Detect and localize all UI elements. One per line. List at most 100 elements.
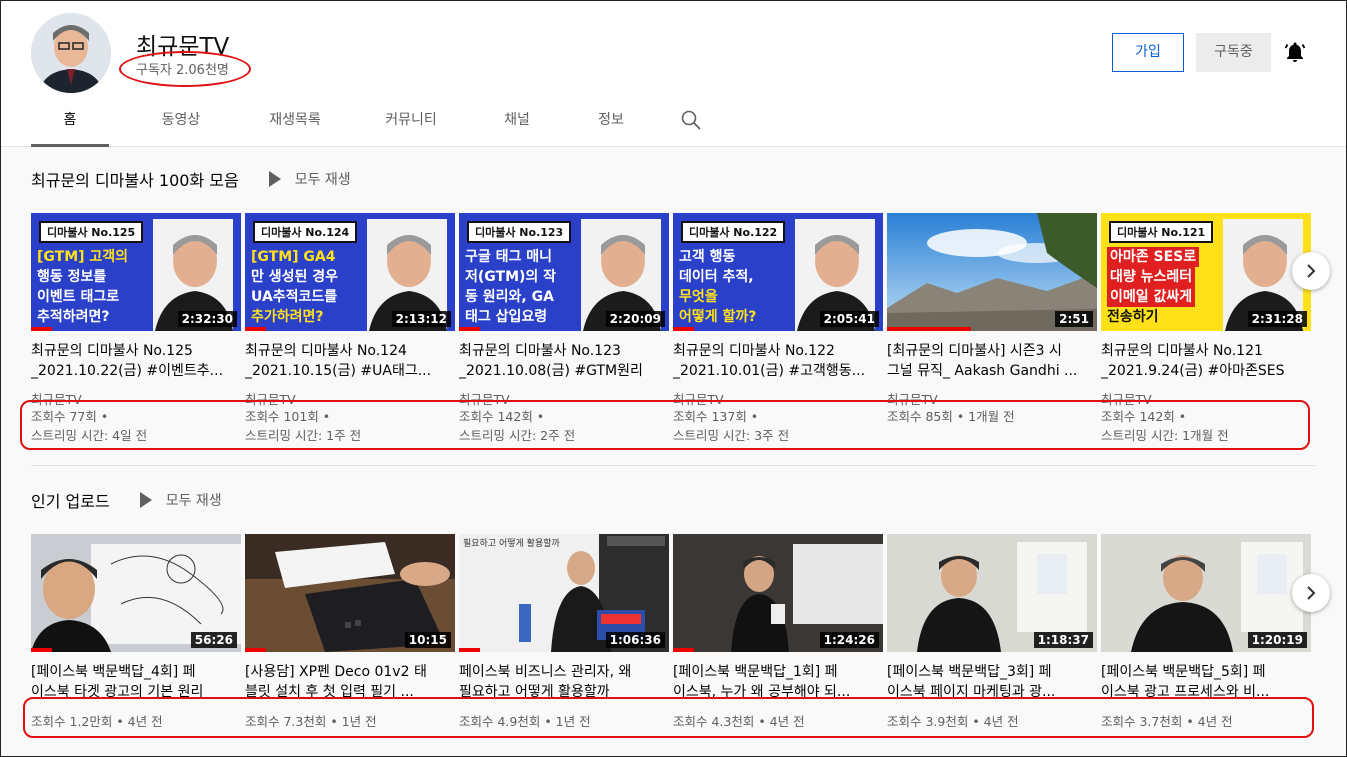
- video-views: 조회수 142회 •: [459, 409, 545, 424]
- thumb-caption: 구글 태그 매니 저(GTM)의 작 동 원리와, GA 태그 삽입요령: [465, 249, 557, 325]
- join-button[interactable]: 가입: [1112, 33, 1184, 72]
- video-duration: 2:31:28: [1247, 311, 1307, 327]
- video-title[interactable]: [사용담] XP펜 Deco 01v2 태 블릿 설치 후 첫 입력 필기 ...: [245, 662, 455, 702]
- video-views: 조회수 1.2만회 • 4년 전: [31, 714, 163, 729]
- video-title[interactable]: 페이스북 비즈니스 관리자, 왜 필요하고 어떻게 활용할까: [459, 662, 669, 702]
- video-views: 조회수 85회 • 1개월 전: [887, 409, 1015, 424]
- channel-tabs: 홈 동영상 재생목록 커뮤니티 채널 정보: [31, 101, 643, 147]
- video-views: 조회수 7.3천회 • 1년 전: [245, 714, 377, 729]
- watch-progress-bar: [459, 648, 480, 652]
- video-thumbnail[interactable]: 필요하고 어떻게 활용할까 1:06:36: [459, 534, 669, 652]
- watch-progress-bar: [245, 327, 266, 331]
- watch-progress-bar: [887, 327, 971, 331]
- tab-home[interactable]: 홈: [31, 101, 109, 147]
- video-time: 스트리밍 시간: 2주 전: [459, 428, 576, 443]
- video-channel[interactable]: 최규문TV: [673, 389, 883, 407]
- video-duration: 2:51: [1055, 311, 1093, 327]
- video-title[interactable]: [페이스북 백문백답_5회] 페 이스북 광고 프로세스와 비...: [1101, 662, 1311, 702]
- video-duration: 2:05:41: [819, 311, 879, 327]
- thumb-caption: 아마존 SES로 대량 뉴스레터 이메일 값싸게 전송하기: [1107, 247, 1227, 327]
- video-channel[interactable]: 최규문TV: [31, 389, 241, 407]
- tab-about[interactable]: 정보: [579, 101, 643, 147]
- video-thumbnail[interactable]: 디마불사 No.125 [GTM] 고객의 행동 정보를 이벤트 태그로 추적하…: [31, 213, 241, 331]
- video-thumbnail[interactable]: 2:51: [887, 213, 1097, 331]
- tab-videos[interactable]: 동영상: [127, 101, 235, 147]
- video-duration: 1:06:36: [605, 632, 665, 648]
- tab-community[interactable]: 커뮤니티: [361, 101, 461, 147]
- thumb-caption: [GTM] 고객의 행동 정보를 이벤트 태그로 추적하려면?: [37, 249, 129, 325]
- video-card[interactable]: 디마불사 No.124 [GTM] GA4 만 생성된 경우 UA추적코드를 추…: [245, 213, 455, 445]
- video-card[interactable]: 1:20:19 [페이스북 백문백답_5회] 페 이스북 광고 프로세스와 비..…: [1101, 534, 1311, 731]
- channel-avatar[interactable]: [31, 13, 111, 93]
- bell-icon[interactable]: [1283, 40, 1307, 64]
- video-thumbnail[interactable]: 디마불사 No.121 아마존 SES로 대량 뉴스레터 이메일 값싸게 전송하…: [1101, 213, 1311, 331]
- video-channel[interactable]: 최규문TV: [245, 389, 455, 407]
- play-all-button[interactable]: 모두 재생: [268, 169, 351, 189]
- video-title[interactable]: 최규문의 디마불사 No.125 _2021.10.22(금) #이벤트추...: [31, 341, 241, 381]
- watch-progress-bar: [673, 327, 694, 331]
- video-thumbnail[interactable]: 1:20:19: [1101, 534, 1311, 652]
- thumb-badge: 디마불사 No.125: [39, 221, 144, 243]
- video-card[interactable]: 디마불사 No.122 고객 행동 데이터 추적, 무엇을 어떻게 할까? 2:…: [673, 213, 883, 445]
- next-arrow-button[interactable]: [1292, 252, 1330, 290]
- video-views: 조회수 77회 •: [31, 409, 109, 424]
- thumb-caption: [GTM] GA4 만 생성된 경우 UA추적코드를 추가하려면?: [251, 249, 339, 325]
- video-channel[interactable]: 최규문TV: [1101, 389, 1311, 407]
- video-title[interactable]: [최규문의 디마불사] 시즌3 시 그널 뮤직_ Aakash Gandhi ..…: [887, 341, 1097, 381]
- video-thumbnail[interactable]: 디마불사 No.122 고객 행동 데이터 추적, 무엇을 어떻게 할까? 2:…: [673, 213, 883, 331]
- watch-progress-bar: [245, 648, 266, 652]
- video-channel[interactable]: 최규문TV: [887, 389, 1097, 407]
- video-title[interactable]: 최규문의 디마불사 No.122 _2021.10.01(금) #고객행동...: [673, 341, 883, 381]
- video-card[interactable]: 필요하고 어떻게 활용할까 1:06:36 페이스북 비즈니스 관리자, 왜 필요…: [459, 534, 669, 731]
- shelf-title[interactable]: 최규문의 디마불사 100화 모음: [31, 167, 239, 191]
- video-card[interactable]: 디마불사 No.121 아마존 SES로 대량 뉴스레터 이메일 값싸게 전송하…: [1101, 213, 1311, 445]
- video-card[interactable]: 10:15 [사용담] XP펜 Deco 01v2 태 블릿 설치 후 첫 입력 …: [245, 534, 455, 731]
- video-thumbnail[interactable]: 10:15: [245, 534, 455, 652]
- shelf-divider: [31, 465, 1315, 466]
- video-time: 스트리밍 시간: 1주 전: [245, 428, 362, 443]
- search-icon[interactable]: [681, 110, 701, 130]
- video-title[interactable]: 최규문의 디마불사 No.121 _2021.9.24(금) #아마존SES: [1101, 341, 1311, 381]
- video-thumbnail[interactable]: 1:24:26: [673, 534, 883, 652]
- video-views: 조회수 137회 •: [673, 409, 759, 424]
- video-thumbnail[interactable]: 1:18:37: [887, 534, 1097, 652]
- video-card[interactable]: 2:51 [최규문의 디마불사] 시즌3 시 그널 뮤직_ Aakash Gand…: [887, 213, 1097, 445]
- video-title[interactable]: [페이스북 백문백답_4회] 페 이스북 타겟 광고의 기본 원리: [31, 662, 241, 702]
- video-card[interactable]: 디마불사 No.125 [GTM] 고객의 행동 정보를 이벤트 태그로 추적하…: [31, 213, 241, 445]
- video-title[interactable]: 최규문의 디마불사 No.124 _2021.10.15(금) #UA태그...: [245, 341, 455, 381]
- subscribed-button[interactable]: 구독중: [1196, 33, 1271, 72]
- video-time: 스트리밍 시간: 3주 전: [673, 428, 790, 443]
- play-icon: [268, 171, 281, 187]
- video-channel[interactable]: 최규문TV: [459, 389, 669, 407]
- chevron-right-icon: [1307, 264, 1316, 278]
- video-time: 스트리밍 시간: 4일 전: [31, 428, 148, 443]
- video-row: 56:26 [페이스북 백문백답_4회] 페 이스북 타겟 광고의 기본 원리 조…: [31, 534, 1315, 731]
- video-thumbnail[interactable]: 디마불사 No.123 구글 태그 매니 저(GTM)의 작 동 원리와, GA…: [459, 213, 669, 331]
- video-thumbnail[interactable]: 56:26: [31, 534, 241, 652]
- play-all-label: 모두 재생: [294, 172, 351, 188]
- shelf-title[interactable]: 인기 업로드: [31, 488, 110, 512]
- video-duration: 2:13:12: [391, 311, 451, 327]
- video-title[interactable]: [페이스북 백문백답_1회] 페 이스북, 누가 왜 공부해야 되...: [673, 662, 883, 702]
- play-all-button[interactable]: 모두 재생: [139, 490, 222, 510]
- watch-progress-bar: [459, 327, 480, 331]
- video-card[interactable]: 1:18:37 [페이스북 백문백답_3회] 페 이스북 페이지 마케팅과 광..…: [887, 534, 1097, 731]
- video-row: 디마불사 No.125 [GTM] 고객의 행동 정보를 이벤트 태그로 추적하…: [31, 213, 1315, 445]
- tab-playlists[interactable]: 재생목록: [249, 101, 341, 147]
- video-views: 조회수 3.7천회 • 4년 전: [1101, 714, 1233, 729]
- video-time: 스트리밍 시간: 1개월 전: [1101, 428, 1229, 443]
- video-card[interactable]: 1:24:26 [페이스북 백문백답_1회] 페 이스북, 누가 왜 공부해야 되…: [673, 534, 883, 731]
- watch-progress-bar: [31, 327, 52, 331]
- video-title[interactable]: 최규문의 디마불사 No.123 _2021.10.08(금) #GTM원리: [459, 341, 669, 381]
- next-arrow-button[interactable]: [1292, 574, 1330, 612]
- tab-channels[interactable]: 채널: [485, 101, 549, 147]
- video-title[interactable]: [페이스북 백문백답_3회] 페 이스북 페이지 마케팅과 광...: [887, 662, 1097, 702]
- video-card[interactable]: 디마불사 No.123 구글 태그 매니 저(GTM)의 작 동 원리와, GA…: [459, 213, 669, 445]
- chevron-right-icon: [1307, 586, 1316, 600]
- video-card[interactable]: 56:26 [페이스북 백문백답_4회] 페 이스북 타겟 광고의 기본 원리 조…: [31, 534, 241, 731]
- video-views: 조회수 4.3천회 • 4년 전: [673, 714, 805, 729]
- video-duration: 2:20:09: [605, 311, 665, 327]
- video-duration: 1:18:37: [1033, 632, 1093, 648]
- watch-progress-bar: [31, 648, 52, 652]
- video-thumbnail[interactable]: 디마불사 No.124 [GTM] GA4 만 생성된 경우 UA추적코드를 추…: [245, 213, 455, 331]
